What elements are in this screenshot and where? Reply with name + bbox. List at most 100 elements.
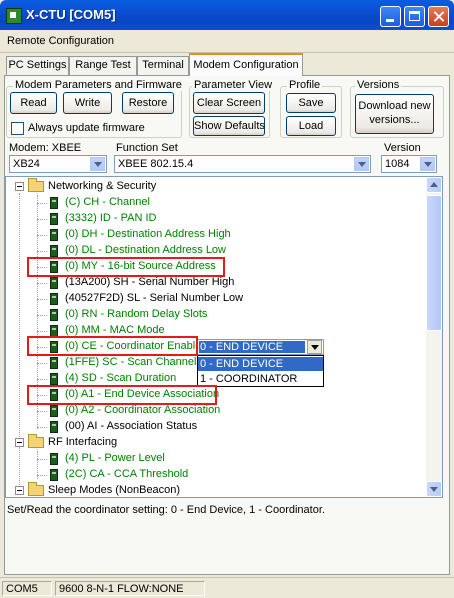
tree-scrollbar[interactable] [426,177,442,497]
tree-item-label: (4) PL - Power Level [65,452,165,464]
always-update-firmware-label: Always update firmware [28,122,145,134]
parameter-icon [50,421,58,433]
window-title: X-CTU [COM5] [26,7,116,22]
maximize-button[interactable] [404,6,425,27]
description-text: Set/Read the coordinator setting: 0 - En… [7,504,325,516]
coordinator-enable-options: 0 - END DEVICE 1 - COORDINATOR [197,355,324,387]
option-end-device[interactable]: 0 - END DEVICE [198,357,323,371]
chevron-down-icon [90,157,105,171]
versions-group-title: Versions [355,79,402,91]
tree-connector [37,315,47,316]
scroll-up-icon[interactable] [426,177,442,193]
always-update-firmware-checkbox[interactable] [11,122,24,135]
tree-item-label: (2C) CA - CCA Threshold [65,468,189,480]
tree-item-pl[interactable]: (4) PL - Power Level [6,451,386,467]
read-button[interactable]: Read [10,92,57,114]
scroll-down-icon[interactable] [426,481,442,497]
parameter-icon [50,197,58,209]
parameter-icon [50,341,58,353]
tree-item-label: (0) MM - MAC Mode [65,324,165,336]
function-set-select[interactable]: XBEE 802.15.4 [114,155,371,173]
collapse-icon[interactable] [15,182,24,191]
tree-item-sd[interactable]: (4) SD - Scan Duration [6,371,386,387]
parameter-description: Set/Read the coordinator setting: 0 - En… [5,498,443,570]
tree-connector [37,203,47,204]
tree-item-a1[interactable]: (0) A1 - End Device Association [6,387,386,403]
parameter-icon [50,405,58,417]
tree-connector [37,267,47,268]
restore-button[interactable]: Restore [122,92,174,114]
tree-item-a2[interactable]: (0) A2 - Coordinator Association [6,403,386,419]
tree-connector [37,219,47,220]
tree-item-dl[interactable]: (0) DL - Destination Address Low [6,243,386,259]
tree-item-label: (4) SD - Scan Duration [65,372,177,384]
tree-connector [37,331,47,332]
tab-range-test[interactable]: Range Test [69,56,137,75]
title-bar[interactable]: X-CTU [COM5] [0,0,454,30]
scroll-thumb[interactable] [426,195,442,331]
modem-select-value: XB24 [13,158,40,170]
modem-select[interactable]: XB24 [9,155,107,173]
tree-connector [37,363,47,364]
tree-folder-rf-interfacing[interactable]: RF Interfacing [6,434,406,451]
close-button[interactable] [428,6,449,27]
folder-icon [28,434,44,448]
tree-item-sh[interactable]: (13A200) SH - Serial Number High [6,275,386,291]
parameter-icon [50,325,58,337]
tree-item-label: (0) RN - Random Delay Slots [65,308,208,320]
tab-modem-configuration[interactable]: Modem Configuration [189,53,303,76]
collapse-icon[interactable] [15,486,24,495]
tree-item-ce[interactable]: (0) CE - Coordinator Enable [6,339,386,355]
tree-connector [37,251,47,252]
show-defaults-button[interactable]: Show Defaults [193,116,265,136]
clear-screen-button[interactable]: Clear Screen [193,92,265,114]
tree-folder-sleep-modes[interactable]: Sleep Modes (NonBeacon) [6,482,406,497]
coordinator-enable-select-value: 0 - END DEVICE [199,341,305,353]
modem-parameters-group-title: Modem Parameters and Firmware [13,79,184,91]
tree-item-label: (40527F2D) SL - Serial Number Low [65,292,244,304]
menu-remote-configuration[interactable]: Remote Configuration [7,35,114,47]
tree-item-ca[interactable]: (2C) CA - CCA Threshold [6,467,386,483]
tree-connector [37,235,47,236]
minimize-button[interactable] [380,6,401,27]
option-coordinator[interactable]: 1 - COORDINATOR [198,372,323,386]
tree-item-label: (0) A1 - End Device Association [65,388,220,400]
tree-item-ai[interactable]: (00) AI - Association Status [6,419,386,435]
coordinator-enable-select[interactable]: 0 - END DEVICE [197,339,324,355]
tree-item-sl[interactable]: (40527F2D) SL - Serial Number Low [6,291,386,307]
download-button-line2: versions... [369,114,420,126]
function-set-label: Function Set [116,142,178,154]
chevron-down-icon[interactable] [307,340,322,354]
tree-item-mm[interactable]: (0) MM - MAC Mode [6,323,386,339]
parameter-tree[interactable]: Networking & Security (C) CH - Channel (… [5,176,443,498]
tree-item-my[interactable]: (0) MY - 16-bit Source Address [6,259,386,275]
tree-item-label: (1FFE) SC - Scan Channels [65,356,202,368]
parameter-icon [50,389,58,401]
tree-folder-networking-security[interactable]: Networking & Security [6,178,406,195]
tab-pc-settings[interactable]: PC Settings [6,56,69,75]
tree-connector [37,379,47,380]
load-profile-button[interactable]: Load [286,116,336,136]
write-button[interactable]: Write [63,92,112,114]
tab-terminal[interactable]: Terminal [137,56,189,75]
download-new-versions-button[interactable]: Download new versions... [355,94,434,134]
parameter-icon [50,229,58,241]
function-set-select-value: XBEE 802.15.4 [118,158,194,170]
tree-item-label: (00) AI - Association Status [65,420,198,432]
tree-item-dh[interactable]: (0) DH - Destination Address High [6,227,386,243]
tree-connector [37,299,47,300]
save-profile-button[interactable]: Save [286,93,336,113]
version-select[interactable]: 1084 [381,155,437,173]
tree-item-sc[interactable]: (1FFE) SC - Scan Channels [6,355,386,371]
parameter-icon [50,261,58,273]
collapse-icon[interactable] [15,438,24,447]
tree-item-ch[interactable]: (C) CH - Channel [6,195,386,211]
tree-item-id[interactable]: (3332) ID - PAN ID [6,211,386,227]
tree-item-label: (0) DL - Destination Address Low [65,244,226,256]
modem-label: Modem: XBEE [9,142,82,154]
tree-item-label: (0) CE - Coordinator Enable [65,340,202,352]
tree-item-label: (0) MY - 16-bit Source Address [65,260,216,272]
download-button-line1: Download new [358,100,431,112]
tree-folder-label: Networking & Security [48,180,157,192]
tree-item-rn[interactable]: (0) RN - Random Delay Slots [6,307,386,323]
